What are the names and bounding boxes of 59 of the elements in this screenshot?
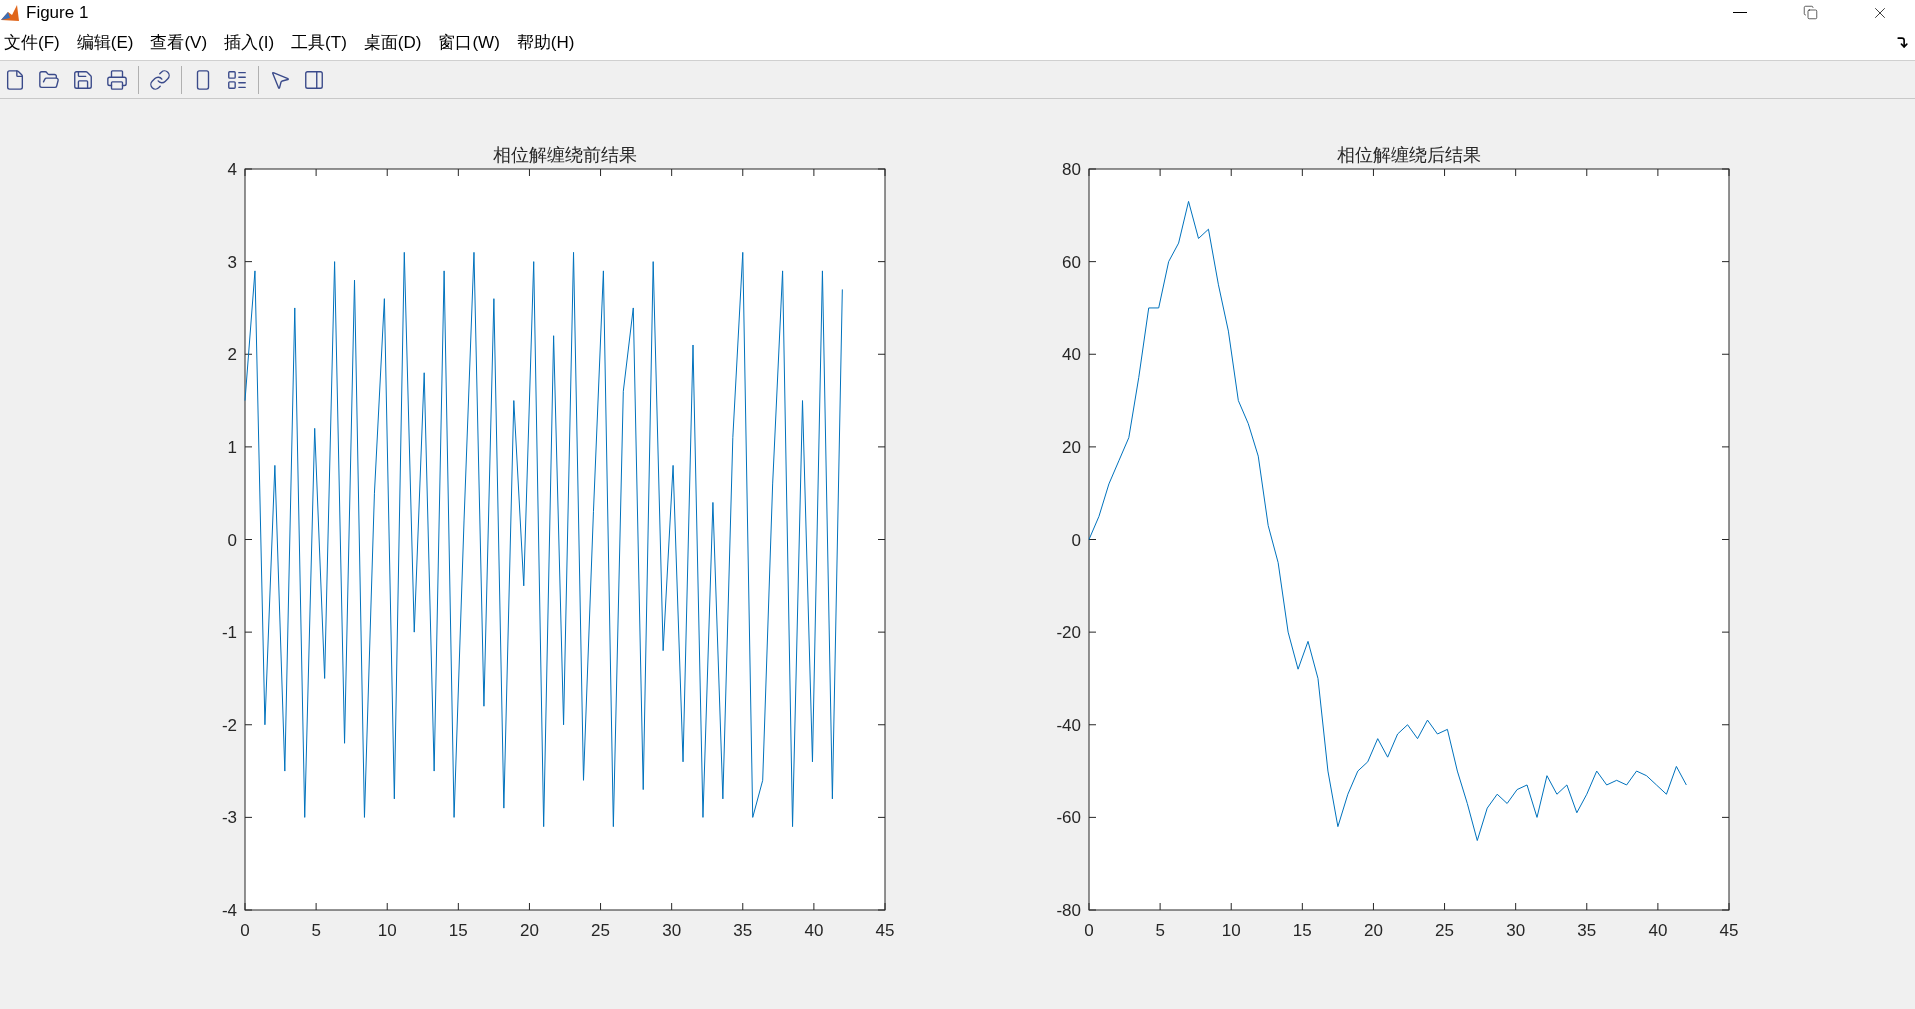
y-tick-label: -4 — [221, 901, 237, 920]
x-tick-label: 0 — [1084, 921, 1094, 940]
x-tick-label: 45 — [1719, 921, 1739, 940]
x-tick-label: 25 — [591, 921, 610, 940]
x-tick-label: 30 — [1506, 921, 1526, 940]
menu-item[interactable]: 桌面(D) — [359, 29, 426, 56]
x-tick-label: 15 — [1292, 921, 1312, 940]
y-tick-label: 20 — [1062, 437, 1081, 457]
y-tick-label: 2 — [227, 345, 237, 365]
y-tick-label: 1 — [227, 437, 237, 457]
y-tick-label: -20 — [1056, 623, 1081, 643]
x-tick-label: 10 — [1221, 921, 1241, 940]
save-icon — [72, 68, 94, 91]
y-tick-label: 60 — [1062, 252, 1081, 272]
new-file-icon — [4, 68, 26, 91]
y-tick-label: 3 — [227, 252, 237, 272]
x-tick-label: 5 — [1155, 921, 1165, 940]
menu-item[interactable]: 窗口(W) — [434, 29, 504, 56]
x-tick-label: 45 — [875, 921, 895, 940]
link-icon — [149, 68, 171, 91]
folder-icon — [38, 68, 60, 91]
menu-item[interactable]: 编辑(E) — [72, 29, 138, 56]
menu-item[interactable]: 插入(I) — [220, 29, 279, 56]
dock-arrow-icon[interactable] — [1896, 36, 1909, 49]
y-tick-label: 4 — [227, 160, 237, 179]
y-tick-label: 40 — [1062, 345, 1081, 365]
chart-title: 相位解缠绕后结果 — [1337, 145, 1481, 165]
y-tick-label: -2 — [221, 715, 237, 735]
x-tick-label: 30 — [662, 921, 682, 940]
x-tick-label: 15 — [448, 921, 468, 940]
minimize-icon — [1733, 12, 1747, 13]
y-tick-label: 0 — [1071, 530, 1081, 550]
y-tick-label: -3 — [221, 808, 237, 828]
printer-icon — [106, 68, 128, 91]
x-tick-label: 20 — [1364, 921, 1383, 940]
x-tick-label: 40 — [1648, 921, 1668, 940]
window-title: Figure 1 — [26, 1, 89, 24]
y-tick-label: -80 — [1056, 901, 1081, 920]
y-tick-label: -40 — [1056, 715, 1081, 735]
x-tick-label: 0 — [240, 921, 250, 940]
legend-icon — [226, 68, 248, 91]
x-tick-label: 5 — [311, 921, 321, 940]
x-tick-label: 25 — [1435, 921, 1454, 940]
menu-item[interactable]: 文件(F) — [0, 29, 64, 56]
y-tick-label: -1 — [221, 623, 237, 643]
x-tick-label: 35 — [1577, 921, 1597, 940]
panel-icon — [303, 68, 325, 91]
y-tick-label: 80 — [1062, 160, 1081, 179]
menu-item[interactable]: 工具(T) — [287, 29, 351, 56]
menu-item[interactable]: 帮助(H) — [512, 29, 579, 56]
x-tick-label: 40 — [804, 921, 824, 940]
x-tick-label: 20 — [520, 921, 539, 940]
y-tick-label: -60 — [1056, 808, 1081, 828]
menu-item[interactable]: 查看(V) — [146, 29, 212, 56]
restore-icon — [1802, 5, 1818, 20]
y-tick-label: 0 — [227, 530, 237, 550]
chart-title: 相位解缠绕前结果 — [493, 145, 637, 165]
x-tick-label: 35 — [733, 921, 753, 940]
x-tick-label: 10 — [377, 921, 397, 940]
